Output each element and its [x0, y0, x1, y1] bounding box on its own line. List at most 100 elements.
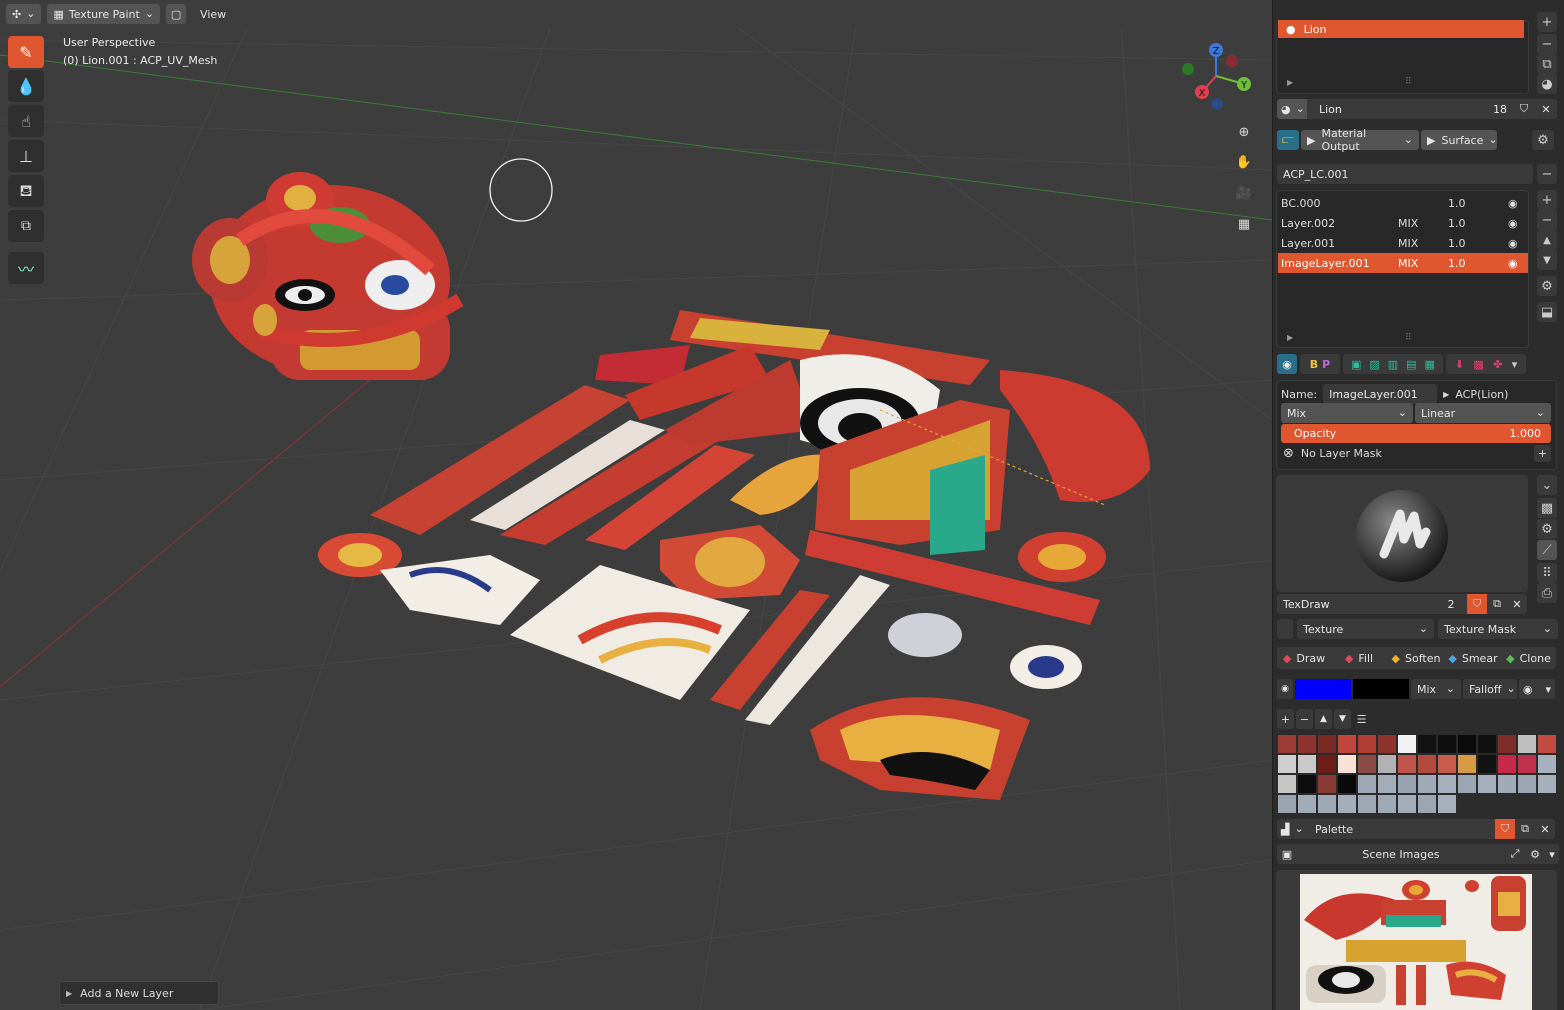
texture-toggle[interactable] — [1277, 619, 1293, 639]
resize-handle-icon[interactable]: ⠿ — [1405, 77, 1412, 87]
move-color-down-button[interactable]: ▼ — [1334, 709, 1351, 729]
mask-disabled-icon[interactable]: ⊗ — [1283, 446, 1294, 461]
browse-palette-button[interactable]: ▟ — [1277, 819, 1307, 839]
slot-remove-button[interactable]: − — [1537, 34, 1557, 54]
view-menu[interactable]: View — [192, 8, 234, 21]
layer-row[interactable]: Layer.002 MIX 1.0 ◉ — [1278, 213, 1528, 233]
remove-color-button[interactable]: − — [1296, 709, 1313, 729]
palette-swatch[interactable] — [1437, 794, 1457, 814]
palette-swatch[interactable] — [1437, 734, 1457, 754]
paint-mask-toggle[interactable]: ▢ — [166, 4, 187, 24]
image-settings-button[interactable]: ⚙ — [1525, 844, 1545, 864]
palette-swatch[interactable] — [1477, 734, 1497, 754]
palette-swatch[interactable] — [1457, 754, 1477, 774]
palette-swatch[interactable] — [1277, 734, 1297, 754]
list-expand-icon[interactable]: ▶ — [1287, 78, 1293, 87]
zoom-button[interactable]: ⊕ — [1232, 120, 1256, 144]
image-browse-button[interactable]: ▣ — [1277, 844, 1297, 864]
color-options-button[interactable]: ◉ ▾ — [1519, 679, 1555, 699]
layer-row[interactable]: BC.000 1.0 ◉ — [1278, 193, 1528, 213]
smear-tool-button[interactable]: ☝ — [8, 105, 44, 137]
brush-preview[interactable] — [1276, 475, 1528, 592]
palette-swatch[interactable] — [1277, 794, 1297, 814]
palette-swatch[interactable] — [1357, 734, 1377, 754]
palette-fake-user-button[interactable]: ⛉ — [1495, 819, 1515, 839]
surface-dropdown[interactable]: ▶ Surface — [1421, 130, 1497, 150]
material-output-dropdown[interactable]: ▶ Material Output — [1301, 127, 1419, 153]
palette-swatch[interactable] — [1397, 774, 1417, 794]
palette-swatch[interactable] — [1317, 754, 1337, 774]
palette-name-field[interactable]: Palette — [1307, 819, 1495, 839]
primary-color-swatch[interactable] — [1295, 679, 1351, 699]
resize-handle-icon[interactable]: ⠿ — [1405, 333, 1412, 343]
move-color-up-button[interactable]: ▲ — [1315, 709, 1332, 729]
scene-images-label[interactable]: Scene Images — [1297, 844, 1505, 864]
layer-row-selected[interactable]: ImageLayer.001 MIX 1.0 ◉ — [1278, 253, 1528, 273]
color-blend-dropdown[interactable]: Mix — [1411, 679, 1461, 699]
layer-row[interactable]: Layer.001 MIX 1.0 ◉ — [1278, 233, 1528, 253]
brush-settings-button[interactable]: ⚙ — [1537, 519, 1557, 539]
image-refresh-button[interactable]: ⤢ — [1505, 844, 1525, 864]
palette-swatch[interactable] — [1417, 794, 1437, 814]
duplicate-brush-button[interactable]: ⧉ — [1487, 594, 1507, 614]
brush-users-count[interactable]: 2 — [1435, 594, 1467, 614]
eye-icon[interactable]: ◉ — [1508, 257, 1518, 270]
brush-mode-image-button[interactable]: ▩ — [1537, 498, 1557, 518]
camera-view-button[interactable]: 🎥 — [1232, 181, 1256, 205]
mask-type-buttons[interactable]: ⬇ ▩ ✤ ▾ — [1446, 354, 1526, 374]
interpolation-dropdown[interactable]: Linear — [1415, 403, 1551, 423]
brush-fake-user-button[interactable]: ⛉ — [1467, 594, 1487, 614]
palette-swatch[interactable] — [1517, 734, 1537, 754]
blend-mode-dropdown[interactable]: Mix — [1281, 403, 1413, 423]
palette-swatch[interactable] — [1337, 734, 1357, 754]
unlink-brush-button[interactable]: ✕ — [1507, 594, 1527, 614]
eye-icon[interactable]: ◉ — [1508, 237, 1518, 250]
palette-swatch[interactable] — [1477, 774, 1497, 794]
palette-swatch[interactable] — [1377, 734, 1397, 754]
view-layer-button[interactable]: ◉ — [1277, 354, 1297, 374]
duplicate-palette-button[interactable]: ⧉ — [1515, 819, 1535, 839]
material-slot-item[interactable]: ● Lion — [1278, 20, 1524, 38]
ortho-toggle-button[interactable]: ▦ — [1232, 212, 1256, 236]
copy-material-button[interactable]: ⧉ — [1537, 54, 1557, 74]
palette-swatch[interactable] — [1417, 734, 1437, 754]
palette-swatch[interactable] — [1357, 754, 1377, 774]
3d-viewport[interactable]: ✣ ▦ Texture Paint ▢ View ◉ ⤢ ◎ ▣ ◍ ● ◐ ○… — [0, 0, 1272, 1010]
navigation-gizmo[interactable]: Z Y X — [1178, 40, 1258, 112]
remove-layer-button[interactable]: − — [1537, 210, 1557, 230]
palette-swatch[interactable] — [1437, 754, 1457, 774]
palette-swatch[interactable] — [1337, 754, 1357, 774]
draw-tool-button[interactable]: ✎ — [8, 36, 44, 68]
smear-mode-tab[interactable]: ◆ Smear — [1445, 647, 1501, 669]
palette-swatch[interactable] — [1457, 774, 1477, 794]
palette-swatch[interactable] — [1397, 734, 1417, 754]
soften-mode-tab[interactable]: ◆ Soften — [1387, 647, 1445, 669]
palette-swatch[interactable] — [1357, 794, 1377, 814]
palette-swatch[interactable] — [1497, 734, 1517, 754]
palette-swatch[interactable] — [1537, 754, 1557, 774]
texture-image-preview[interactable] — [1276, 870, 1557, 1010]
material-specials-button[interactable]: ◕ — [1537, 74, 1557, 94]
palette-swatch[interactable] — [1537, 774, 1557, 794]
brush-browse-button[interactable]: ⌄ — [1537, 475, 1557, 495]
layer-bake-button[interactable]: ⬓ — [1537, 302, 1557, 322]
slot-add-button[interactable]: + — [1537, 12, 1557, 32]
draw-mode-tab[interactable]: ◆ Draw — [1277, 647, 1331, 669]
palette-swatch[interactable] — [1397, 794, 1417, 814]
palette-swatch[interactable] — [1277, 754, 1297, 774]
palette-swatch[interactable] — [1437, 774, 1457, 794]
palette-swatch[interactable] — [1377, 754, 1397, 774]
palette-swatch[interactable] — [1417, 754, 1437, 774]
palette-swatch[interactable] — [1357, 774, 1377, 794]
last-operator-panel[interactable]: ▶ Add a New Layer — [59, 981, 219, 1005]
palette-swatch[interactable] — [1317, 774, 1337, 794]
palette-swatch[interactable] — [1297, 734, 1317, 754]
palette-swatch[interactable] — [1277, 774, 1297, 794]
pan-button[interactable]: ✋ — [1232, 150, 1256, 174]
palette-swatch[interactable] — [1337, 794, 1357, 814]
move-layer-up-button[interactable]: ▲ — [1537, 230, 1557, 250]
falloff-dropdown[interactable]: Falloff — [1463, 679, 1517, 699]
fill-tool-button[interactable]: ⛾ — [8, 175, 44, 207]
annotate-tool-button[interactable]: 〰 — [8, 252, 44, 284]
palette-swatch[interactable] — [1397, 754, 1417, 774]
